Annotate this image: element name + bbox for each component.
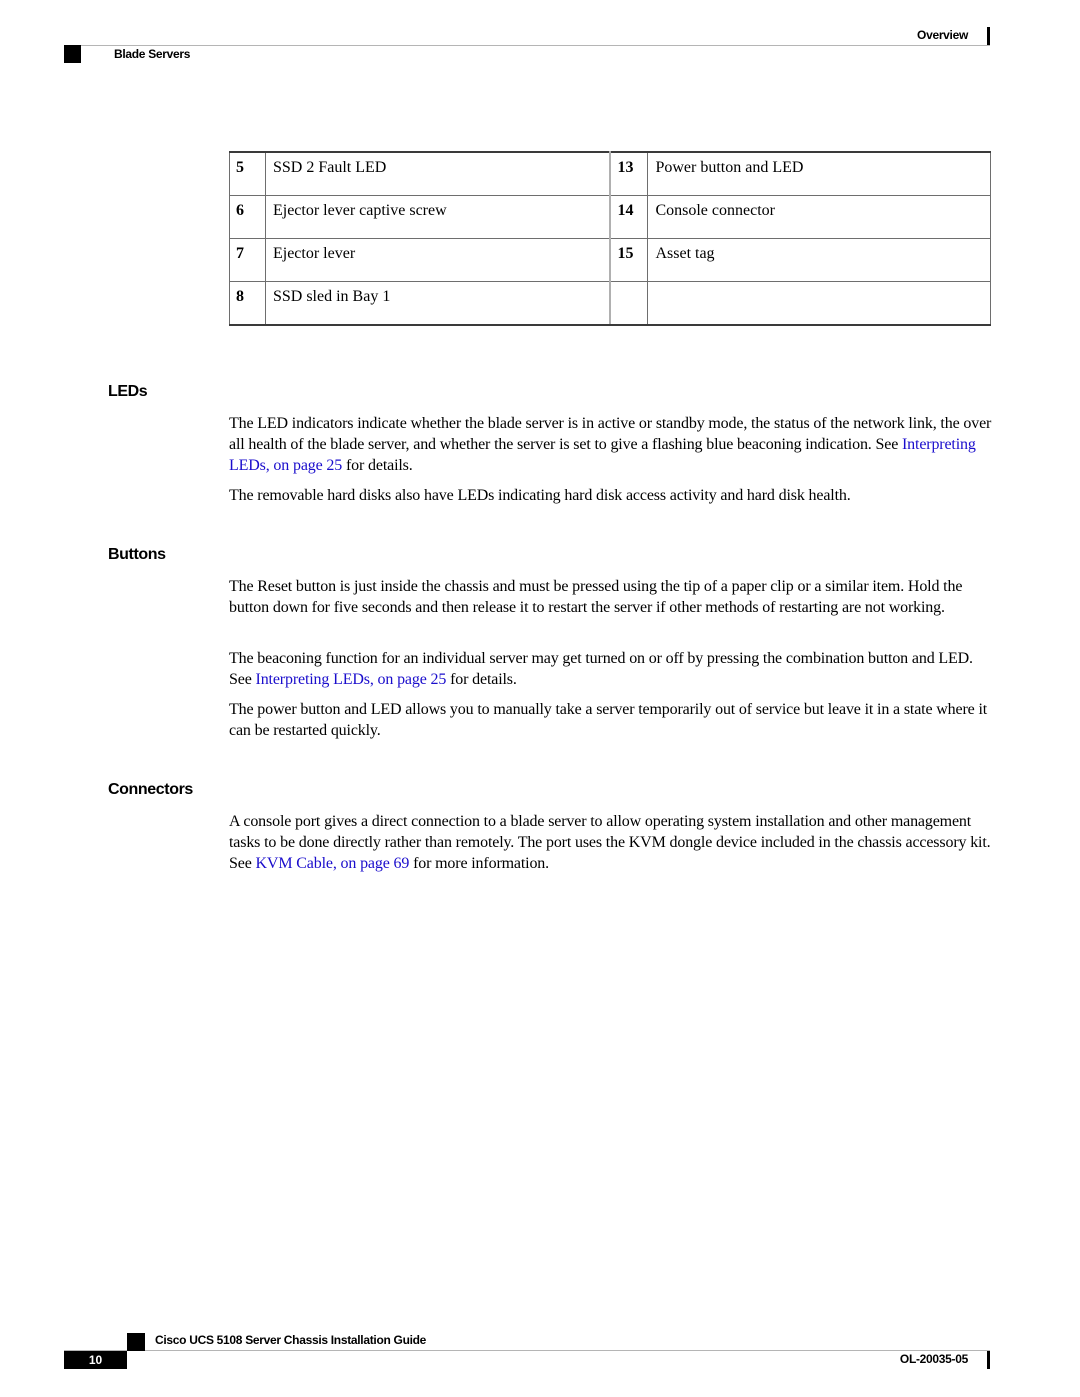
table-row: 8 SSD sled in Bay 1 (229, 281, 991, 326)
callout-description: Asset tag (647, 238, 991, 282)
callout-description: SSD 2 Fault LED (264, 151, 612, 196)
buttons-paragraph-1: The Reset button is just inside the chas… (229, 578, 963, 616)
header-chapter-title: Overview (917, 28, 968, 42)
footer-bar (987, 1351, 990, 1369)
table-row: 6 Ejector lever captive screw 14 Console… (229, 195, 991, 239)
leds-paragraph-2: The removable hard disks also have LEDs … (229, 487, 851, 504)
callout-description: Ejector lever (264, 238, 612, 282)
header-rule (64, 45, 990, 46)
table-row: 7 Ejector lever 15 Asset tag (229, 238, 991, 282)
callout-number: 15 (609, 238, 649, 282)
page-number: 10 (64, 1351, 127, 1369)
callout-description: Power button and LED (647, 151, 991, 196)
callout-number: 7 (229, 238, 266, 282)
leds-paragraph-1: The LED indicators indicate whether the … (229, 413, 995, 476)
table-row: 5 SSD 2 Fault LED 13 Power button and LE… (229, 151, 991, 196)
connectors-paragraph-1: A console port gives a direct connection… (229, 811, 995, 874)
callout-table: 5 SSD 2 Fault LED 13 Power button and LE… (229, 151, 991, 326)
buttons-paragraph-3: The power button and LED allows you to m… (229, 701, 988, 739)
connectors-p1-text-after: for more information. (409, 855, 550, 872)
buttons-p2-text-after: for details. (446, 671, 517, 688)
footer-doc-number: OL-20035-05 (899, 1352, 968, 1366)
kvm-cable-link[interactable]: KVM Cable, on page 69 (256, 855, 410, 872)
footer-rule (64, 1350, 990, 1351)
callout-description (647, 281, 991, 326)
footer-marker-block (127, 1333, 145, 1351)
callout-number: 8 (229, 281, 266, 326)
footer-guide-title: Cisco UCS 5108 Server Chassis Installati… (155, 1333, 427, 1347)
callout-description: SSD sled in Bay 1 (264, 281, 612, 326)
header-bar (987, 27, 990, 45)
buttons-paragraph-2: The beaconing function for an individual… (229, 648, 995, 690)
header-section-title: Blade Servers (114, 47, 191, 61)
callout-description: Console connector (647, 195, 991, 239)
callout-number: 5 (229, 151, 266, 196)
callout-number (609, 281, 649, 326)
callout-number: 14 (609, 195, 649, 239)
leds-p1-text: The LED indicators indicate whether the … (229, 415, 992, 453)
header-marker-block (64, 45, 81, 63)
callout-number: 13 (609, 151, 649, 196)
section-heading-buttons: Buttons (108, 546, 166, 563)
section-heading-connectors: Connectors (108, 781, 193, 798)
interpreting-leds-link-2[interactable]: Interpreting LEDs, on page 25 (256, 671, 447, 688)
section-heading-leds: LEDs (108, 383, 148, 400)
callout-number: 6 (229, 195, 266, 239)
leds-p1-text-after: for details. (342, 457, 413, 474)
callout-description: Ejector lever captive screw (264, 195, 612, 239)
